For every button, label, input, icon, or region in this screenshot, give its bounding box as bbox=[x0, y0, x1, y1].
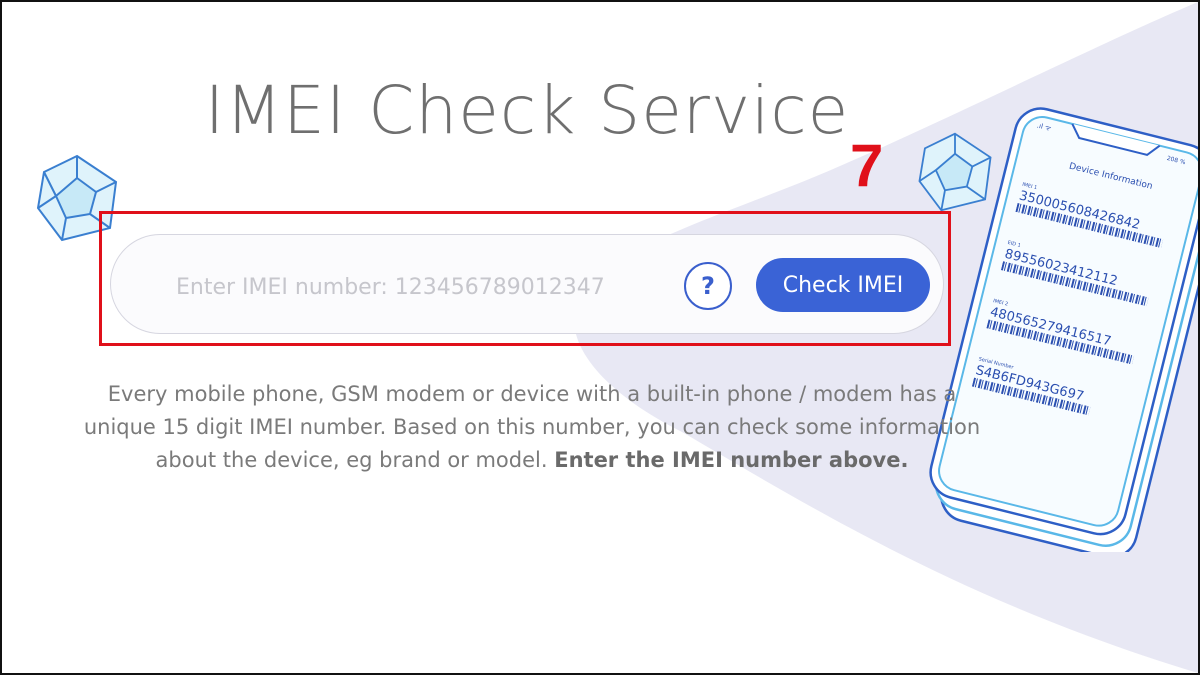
description-plain: about the device, eg brand or model. bbox=[155, 448, 548, 472]
description-line: about the device, eg brand or model. Ent… bbox=[22, 444, 1042, 477]
phone-illustration: .ıl ᯤ 208 % Device Information IMEI 1 35… bbox=[929, 107, 1198, 552]
step-highlight-box bbox=[99, 211, 951, 346]
description-line: unique 15 digit IMEI number. Based on th… bbox=[83, 415, 981, 439]
page-title: IMEI Check Service bbox=[204, 72, 850, 149]
description-text: Every mobile phone, GSM modem or device … bbox=[22, 378, 1042, 477]
description-line: Every mobile phone, GSM modem or device … bbox=[107, 382, 957, 406]
step-number: 7 bbox=[850, 132, 884, 199]
page-frame: IMEI Check Service .ıl ᯤ 208 % Device In… bbox=[0, 0, 1200, 675]
description-bold: Enter the IMEI number above. bbox=[554, 448, 909, 472]
